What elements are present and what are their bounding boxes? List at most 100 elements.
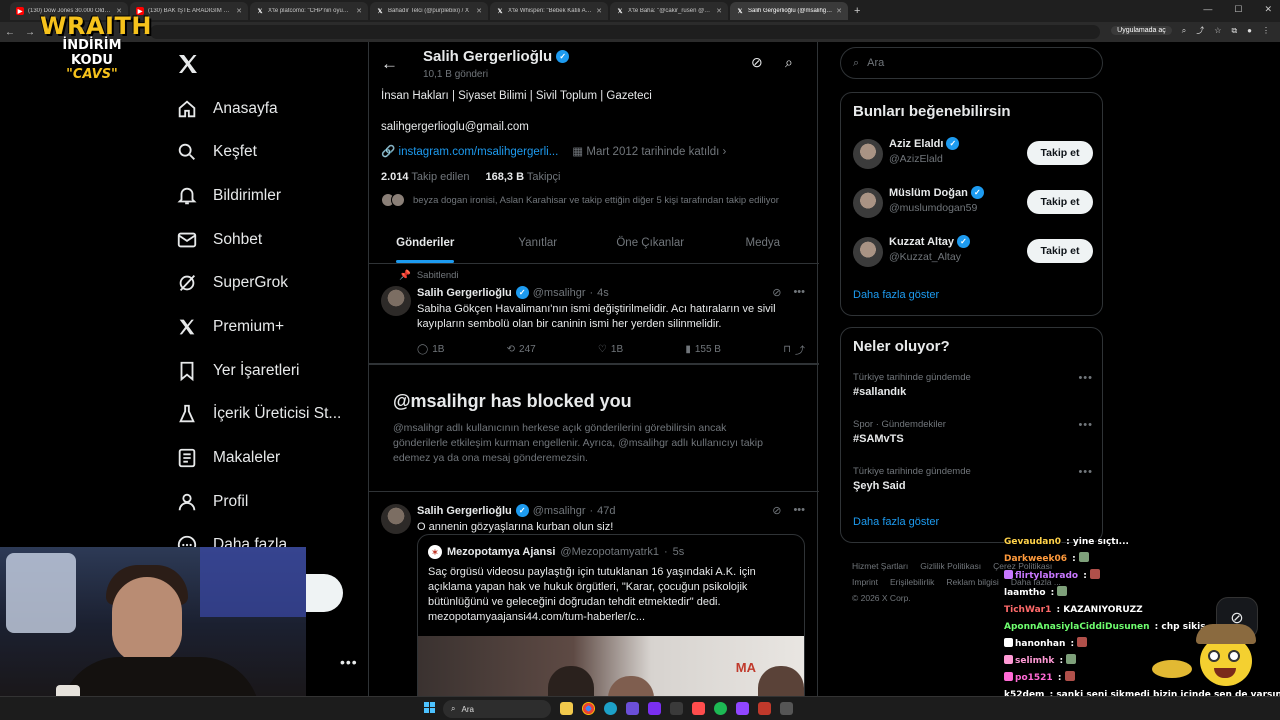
tab-2[interactable]: Öne Çıkanlar	[594, 224, 707, 263]
followers-stat[interactable]: 168,3 B Takipçi	[485, 171, 560, 183]
nav-item-search[interactable]: Keşfet	[176, 139, 257, 165]
profile-link[interactable]: 🔗 instagram.com/msalihgergerli...	[381, 144, 558, 158]
more-icon[interactable]: •••	[1078, 466, 1093, 478]
tab-close-icon[interactable]: ✕	[836, 7, 842, 15]
search-icon[interactable]: ⌕	[785, 54, 793, 71]
grok-icon[interactable]: ⊘	[772, 504, 781, 517]
nav-item-person[interactable]: Profil	[176, 489, 248, 515]
avatar[interactable]	[853, 139, 883, 169]
following-stat[interactable]: 2.014 Takip edilen	[381, 171, 469, 183]
footer-link[interactable]: Gizlilik Politikası	[920, 561, 981, 571]
mutual-followers[interactable]: beyza dogan ironisi, Aslan Karahisar ve …	[381, 193, 779, 207]
star-icon[interactable]: ☆	[1214, 26, 1221, 35]
open-in-app-button[interactable]: Uygulamada aç	[1111, 26, 1172, 35]
tab-close-icon[interactable]: ✕	[716, 7, 722, 15]
reply-button[interactable]: ◯ 1B	[417, 342, 444, 357]
nav-item-bookmark[interactable]: Yer İşaretleri	[176, 358, 299, 384]
app-icon[interactable]	[626, 702, 639, 715]
chat-username: Gevaudan0	[1004, 537, 1062, 547]
trend-item[interactable]: Türkiye tarihinde gündemde #sallandık ••…	[853, 372, 1093, 398]
quoted-tweet[interactable]: ✶ Mezopotamya Ajansi @Mezopotamyatrk1 · 5…	[417, 534, 805, 720]
browser-menu-icon[interactable]: ⋮	[1262, 26, 1270, 35]
app-icon[interactable]	[648, 702, 661, 715]
avatar[interactable]	[853, 237, 883, 267]
share-icon[interactable]: ⤴	[1196, 25, 1204, 36]
show-more-link[interactable]: Daha fazla göster	[853, 289, 939, 301]
follow-button[interactable]: Takip et	[1027, 190, 1093, 214]
new-tab-icon[interactable]: +	[854, 5, 860, 17]
close-icon[interactable]: ✕	[1264, 4, 1272, 15]
app-icon[interactable]	[736, 702, 749, 715]
tab-close-icon[interactable]: ✕	[596, 7, 602, 15]
tab-3[interactable]: Medya	[707, 224, 820, 263]
browser-tab[interactable]: 𝕏 Salih Gergerlioğlu (@msalihgr)... ✕	[730, 2, 848, 20]
trend-item[interactable]: Türkiye tarihinde gündemde Şeyh Said •••	[853, 466, 1093, 492]
more-icon[interactable]: •••	[793, 286, 805, 299]
taskbar-search[interactable]: ⌕ Ara	[443, 700, 551, 718]
x-logo-icon[interactable]	[176, 52, 200, 76]
tab-0[interactable]: Gönderiler	[369, 224, 482, 263]
back-arrow-icon[interactable]: ←	[381, 54, 398, 74]
follow-button[interactable]: Takip et	[1027, 239, 1093, 263]
like-button[interactable]: ♡ 1B	[598, 342, 623, 357]
nav-item-grok[interactable]: SuperGrok	[176, 270, 288, 296]
views-button[interactable]: ▮ 155 B	[685, 342, 721, 357]
chrome-icon[interactable]	[582, 702, 595, 715]
account-menu-icon[interactable]: •••	[340, 654, 358, 670]
nav-item-x[interactable]: Premium+	[176, 314, 284, 340]
browser-tab[interactable]: 𝕏 Bahadır Telci (@purplebixi) / X ✕	[370, 2, 488, 20]
tab-close-icon[interactable]: ✕	[356, 7, 362, 15]
retweet-button[interactable]: ⟲ 247	[507, 342, 536, 357]
footer-link[interactable]: Hizmet Şartları	[852, 561, 908, 571]
app-icon[interactable]	[714, 702, 727, 715]
extensions-icon[interactable]: ⧉	[1231, 26, 1237, 36]
forward-arrow-icon[interactable]: →	[20, 27, 40, 38]
nav-item-bell[interactable]: Bildirimler	[176, 183, 281, 209]
show-more-link[interactable]: Daha fazla göster	[853, 516, 939, 528]
more-icon[interactable]: •••	[1078, 419, 1093, 431]
browser-tab[interactable]: 𝕏 X'te Baha: "@cakir_rusen @Kan... ✕	[610, 2, 728, 20]
grok-icon[interactable]: ⊘	[772, 286, 781, 299]
file-explorer-icon[interactable]	[560, 702, 573, 715]
maximize-icon[interactable]: ☐	[1234, 4, 1242, 15]
footer-link[interactable]: Imprint	[852, 577, 878, 587]
more-icon[interactable]: •••	[793, 504, 805, 517]
grok-icon[interactable]: ⊘	[751, 54, 763, 71]
back-arrow-icon[interactable]: ←	[0, 27, 20, 38]
windows-start-icon[interactable]	[424, 702, 436, 714]
footer-link[interactable]: Erişilebilirlik	[890, 577, 934, 587]
suggested-user[interactable]: Kuzzat Altay ✓ @Kuzzat_Altay Takip et	[853, 235, 1093, 269]
nav-item-article[interactable]: Makaleler	[176, 445, 280, 471]
url-field[interactable]	[150, 25, 1100, 39]
footer-link[interactable]: Reklam bilgisi	[946, 577, 998, 587]
suggested-user[interactable]: Aziz Elaldı ✓ @AzizElald Takip et	[853, 137, 1093, 171]
browser-tab[interactable]: 𝕏 X'te Whispen: "Bebek Katili Abd... ✕	[490, 2, 608, 20]
tab-close-icon[interactable]: ✕	[476, 7, 482, 15]
nav-item-flask[interactable]: İçerik Üreticisi St...	[176, 401, 341, 427]
search-input[interactable]: ⌕ Ara	[840, 47, 1103, 79]
bookmark-button[interactable]: ⊓ ⤴	[783, 342, 805, 357]
edge-icon[interactable]	[604, 702, 617, 715]
zoom-icon[interactable]: ⌕	[1182, 26, 1186, 36]
minimize-icon[interactable]: —	[1203, 4, 1212, 15]
avatar[interactable]	[381, 504, 411, 534]
tab-close-icon[interactable]: ✕	[236, 7, 242, 15]
trend-item[interactable]: Spor · Gündemdekiler #SAMvTS •••	[853, 419, 1093, 445]
avatar[interactable]	[853, 188, 883, 218]
app-icon[interactable]	[692, 702, 705, 715]
app-icon[interactable]	[758, 702, 771, 715]
tweet[interactable]: Salih Gergerlioğlu ✓ @msalihgr · 47d ⊘ ••…	[369, 492, 819, 720]
nav-item-home[interactable]: Anasayfa	[176, 96, 278, 122]
more-icon[interactable]: •••	[1078, 372, 1093, 384]
pinned-tweet[interactable]: 📌 Sabitlendi Salih Gergerlioğlu ✓ @msalih…	[369, 264, 819, 364]
tab-1[interactable]: Yanıtlar	[482, 224, 595, 263]
nav-item-mail[interactable]: Sohbet	[176, 227, 262, 253]
follow-button[interactable]: Takip et	[1027, 141, 1093, 165]
profile-icon[interactable]: ●	[1247, 26, 1252, 35]
app-icon[interactable]	[670, 702, 683, 715]
app-icon[interactable]	[780, 702, 793, 715]
avatar[interactable]	[381, 286, 411, 316]
suggested-user[interactable]: Müslüm Doğan ✓ @muslumdogan59 Takip et	[853, 186, 1093, 220]
browser-tab[interactable]: 𝕏 X'te platcomo: "CHP'nin oyunla... ✕	[250, 2, 368, 20]
flask-icon	[176, 403, 198, 425]
